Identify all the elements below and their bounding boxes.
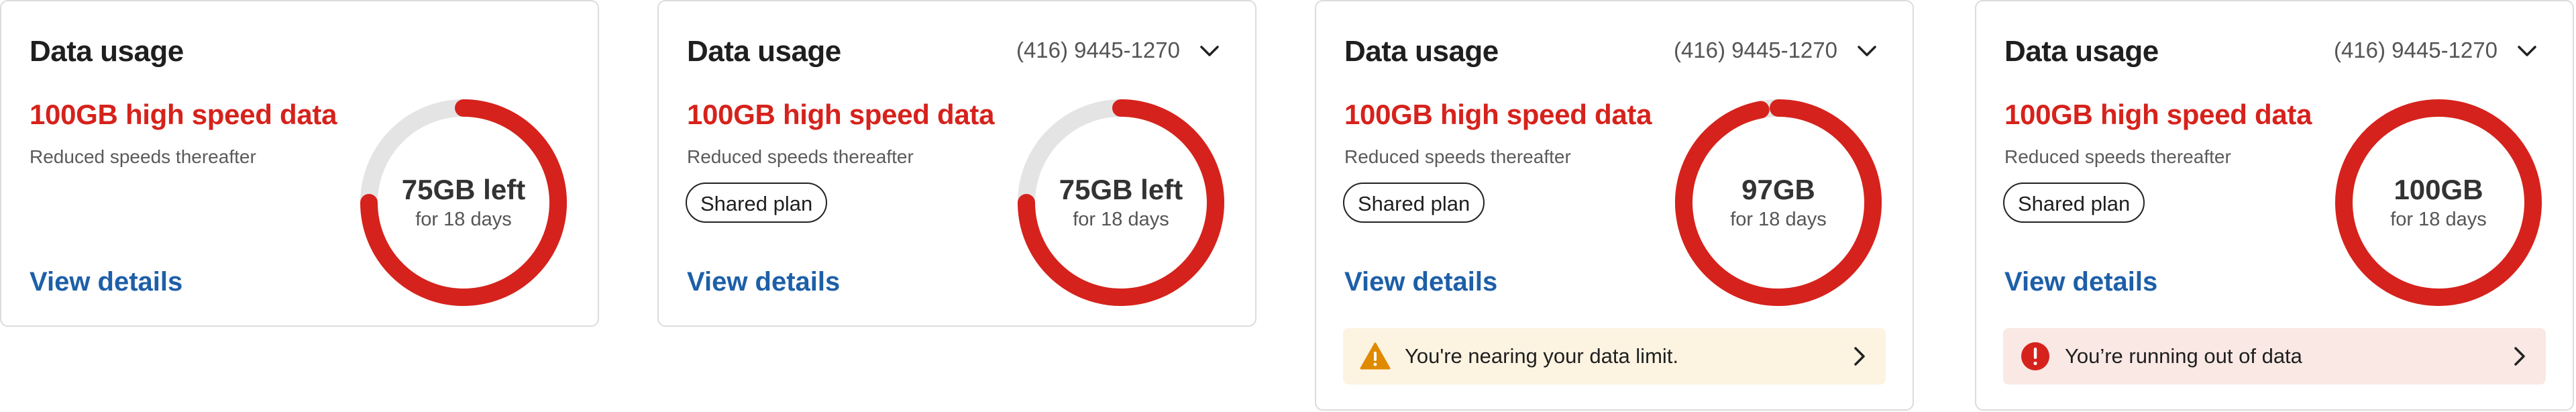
chevron-down-icon[interactable] [2515, 39, 2539, 63]
data-limit-error-banner[interactable]: You’re running out of data [2003, 328, 2546, 384]
warning-message: You're nearing your data limit. [1405, 344, 1679, 368]
error-message: You’re running out of data [2065, 344, 2302, 368]
data-usage-card: Data usage 100GB high speed data Reduced… [0, 0, 599, 327]
plan-subtitle: Reduced speeds thereafter [2004, 146, 2231, 167]
warning-triangle-icon [1360, 342, 1391, 370]
usage-donut-chart: 75GB left for 18 days [356, 95, 571, 310]
usage-amount: 75GB left [401, 174, 526, 206]
phone-number-selector[interactable]: (416) 9445-1270 [1674, 38, 1837, 63]
usage-amount: 75GB left [1059, 174, 1183, 206]
view-details-link[interactable]: View details [687, 267, 840, 297]
usage-period: for 18 days [1730, 208, 1827, 230]
error-circle-icon [2021, 342, 2049, 370]
usage-period: for 18 days [415, 208, 512, 230]
data-usage-card: Data usage (416) 9445-1270 100GB high sp… [1975, 0, 2574, 411]
plan-name: 100GB high speed data [1344, 99, 1652, 130]
chevron-down-icon[interactable] [1197, 39, 1222, 63]
card-title: Data usage [30, 35, 184, 68]
card-title: Data usage [1344, 35, 1499, 68]
usage-amount: 97GB [1741, 174, 1815, 206]
usage-donut-chart: 75GB left for 18 days [1014, 95, 1228, 310]
plan-subtitle: Reduced speeds thereafter [1344, 146, 1571, 167]
shared-plan-badge: Shared plan [686, 183, 828, 223]
data-usage-card: Data usage (416) 9445-1270 100GB high sp… [1315, 0, 1914, 411]
plan-name: 100GB high speed data [30, 99, 337, 130]
shared-plan-badge: Shared plan [2003, 183, 2145, 223]
data-limit-warning-banner[interactable]: You're nearing your data limit. [1343, 328, 1886, 384]
chevron-down-icon[interactable] [1855, 39, 1879, 63]
usage-amount: 100GB [2394, 174, 2483, 206]
card-title: Data usage [2004, 35, 2159, 68]
plan-name: 100GB high speed data [687, 99, 995, 130]
data-usage-card: Data usage (416) 9445-1270 100GB high sp… [657, 0, 1256, 327]
usage-period: for 18 days [1073, 208, 1169, 230]
usage-period: for 18 days [2390, 208, 2487, 230]
view-details-link[interactable]: View details [1344, 267, 1497, 297]
plan-subtitle: Reduced speeds thereafter [687, 146, 914, 167]
phone-number-selector[interactable]: (416) 9445-1270 [2334, 38, 2498, 63]
plan-subtitle: Reduced speeds thereafter [30, 146, 256, 167]
usage-donut-chart: 100GB for 18 days [2331, 95, 2546, 310]
chevron-right-icon [1854, 347, 1865, 366]
chevron-right-icon [2514, 347, 2525, 366]
view-details-link[interactable]: View details [2004, 267, 2157, 297]
card-title: Data usage [687, 35, 841, 68]
shared-plan-badge: Shared plan [1343, 183, 1485, 223]
view-details-link[interactable]: View details [30, 267, 182, 297]
phone-number-selector[interactable]: (416) 9445-1270 [1016, 38, 1180, 63]
plan-name: 100GB high speed data [2004, 99, 2312, 130]
usage-donut-chart: 97GB for 18 days [1671, 95, 1886, 310]
